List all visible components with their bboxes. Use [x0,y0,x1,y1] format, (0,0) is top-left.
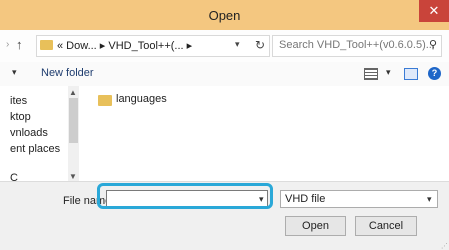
refresh-icon[interactable]: ↻ [255,38,265,52]
file-type-value: VHD file [285,193,326,205]
breadcrumb[interactable]: « Dow... ▸ VHD_Tool++(... ▸ ▾ ↻ [36,35,270,57]
window-title: Open [208,8,241,23]
address-bar: › ↑ « Dow... ▸ VHD_Tool++(... ▸ ▾ ↻ Sear… [0,30,449,62]
file-name-highlight [97,183,273,209]
nav-scrollbar-thumb[interactable] [69,98,78,143]
close-button[interactable]: ✕ [419,0,449,22]
back-arrow-icon[interactable]: › [6,39,9,50]
nav-item-favorites[interactable]: ites [10,95,27,107]
title-bar: Open ✕ [0,0,449,31]
nav-item-this-pc[interactable]: C [10,172,18,181]
new-folder-button[interactable]: New folder [41,67,94,79]
chevron-down-icon[interactable]: ▾ [259,194,264,205]
scroll-up-icon[interactable]: ▲ [69,88,77,97]
view-options-icon[interactable] [364,68,378,80]
organize-caret-icon[interactable]: ▾ [12,67,17,78]
search-placeholder: Search VHD_Tool++(v0.6.0.5)... [279,39,435,51]
chevron-down-icon[interactable]: ▾ [427,194,432,205]
preview-pane-icon[interactable] [404,68,418,80]
scroll-down-icon[interactable]: ▼ [69,172,77,181]
dialog-footer: File name: ▾ VHD file ▾ Open Cancel ⋰ [0,181,449,250]
navigation-pane: ites ktop vnloads ent places C ▲ ▼ [0,86,81,181]
cancel-button[interactable]: Cancel [355,216,417,236]
nav-item-recent-places[interactable]: ent places [10,143,60,155]
folder-icon [98,95,112,106]
breadcrumb-path[interactable]: « Dow... ▸ VHD_Tool++(... ▸ [57,39,192,52]
open-button[interactable]: Open [285,216,346,236]
file-name[interactable]: languages [116,93,167,105]
command-toolbar: ▾ New folder ▾ ? [0,62,449,87]
nav-item-downloads[interactable]: vnloads [10,127,48,139]
nav-item-desktop[interactable]: ktop [10,111,31,123]
search-input[interactable]: Search VHD_Tool++(v0.6.0.5)... ⚲ [272,35,442,57]
up-arrow-icon[interactable]: ↑ [16,37,23,52]
chevron-down-icon[interactable]: ▾ [235,39,240,50]
help-icon[interactable]: ? [428,67,441,80]
folder-icon [40,40,53,50]
file-list: languages [80,86,449,181]
view-caret-icon[interactable]: ▾ [386,67,391,78]
search-icon[interactable]: ⚲ [429,38,437,51]
